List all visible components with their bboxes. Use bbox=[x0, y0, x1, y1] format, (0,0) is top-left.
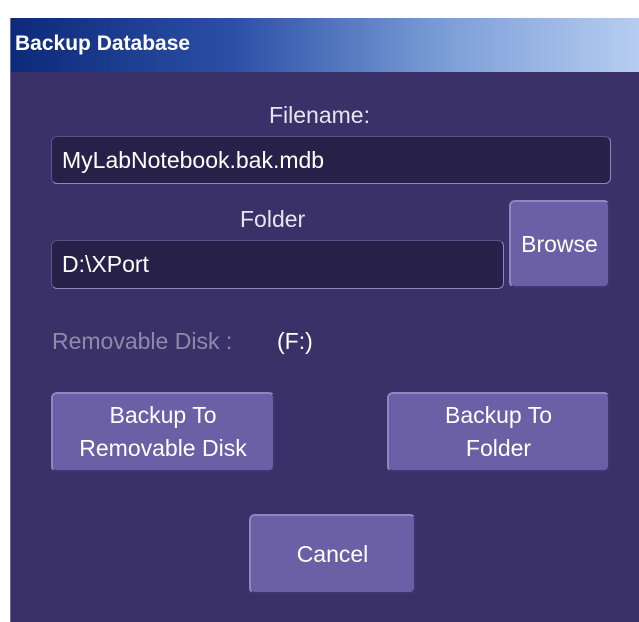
backup-folder-line2: Folder bbox=[465, 435, 532, 461]
backup-removable-button-text: Backup To Removable Disk bbox=[79, 399, 246, 465]
filename-field[interactable]: MyLabNotebook.bak.mdb bbox=[51, 136, 611, 184]
cancel-button[interactable]: Cancel bbox=[249, 514, 416, 594]
removable-disk-label: Removable Disk : bbox=[52, 328, 233, 354]
browse-button[interactable]: Browse bbox=[509, 200, 610, 288]
backup-to-removable-disk-button[interactable]: Backup To Removable Disk bbox=[51, 392, 275, 472]
screen-frame: Backup Database Filename: MyLabNotebook.… bbox=[0, 0, 639, 622]
filename-value: MyLabNotebook.bak.mdb bbox=[62, 146, 325, 173]
cancel-button-label: Cancel bbox=[296, 540, 369, 567]
folder-field[interactable]: D:\XPort bbox=[51, 240, 504, 289]
backup-folder-line1: Backup To bbox=[445, 402, 552, 428]
filename-label: Filename: bbox=[269, 102, 370, 128]
backup-removable-line1: Backup To bbox=[109, 402, 217, 428]
backup-database-dialog: Backup Database Filename: MyLabNotebook.… bbox=[10, 18, 639, 622]
folder-value: D:\XPort bbox=[62, 251, 149, 277]
backup-to-folder-button[interactable]: Backup To Folder bbox=[387, 392, 610, 472]
dialog-titlebar: Backup Database bbox=[11, 18, 639, 72]
backup-removable-line2: Removable Disk bbox=[79, 435, 247, 461]
backup-folder-button-text: Backup To Folder bbox=[445, 399, 552, 465]
browse-button-label: Browse bbox=[521, 230, 598, 257]
removable-disk-value: (F:) bbox=[277, 328, 313, 354]
folder-label: Folder bbox=[240, 206, 306, 232]
dialog-title: Backup Database bbox=[15, 32, 191, 55]
